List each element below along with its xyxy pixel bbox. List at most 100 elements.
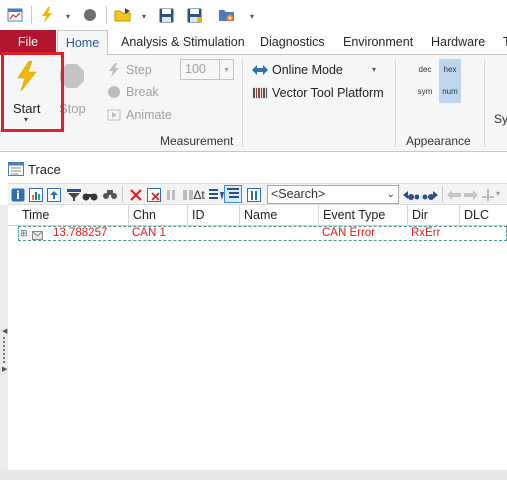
clear-icon[interactable] [128,187,144,203]
table-row[interactable]: ⊞ 13.788257 CAN 1 CAN Error RxErr [18,226,507,241]
find-previous-icon[interactable] [403,187,419,203]
column-header-time[interactable]: Time [18,205,130,226]
cell-chn: CAN 1 [132,227,166,239]
ribbon-panel: Start ▾ Stop Step Break Animate 100 ▾ On… [0,55,507,152]
info-icon[interactable] [10,187,26,203]
sym-label: sym [417,87,433,96]
detail-view-icon[interactable] [224,185,242,203]
tab-home[interactable]: Home [57,30,108,56]
find-icon[interactable] [102,187,118,203]
separator [242,59,243,147]
group-label-truncated: Sy [494,112,507,126]
horizontal-scrollbar[interactable] [0,470,507,480]
arrow-right-icon[interactable] [463,187,479,203]
tab-hardware[interactable]: Hardware [424,30,492,55]
hex-button[interactable]: hex [439,59,461,81]
search-placeholder: <Search> [271,187,326,201]
num-button[interactable]: num [439,81,461,103]
save-config-icon[interactable] [218,5,236,25]
tab-environment[interactable]: Environment [336,30,420,55]
save-as-icon[interactable] [186,5,202,25]
chevron-left-icon: ◀ [2,328,8,335]
trace-table: Time Chn ID Name Event Type Dir DLC ⊞ 13… [8,205,507,480]
tab-truncated[interactable]: T [496,30,507,55]
sort-icon[interactable] [208,187,224,203]
dec-label: dec [418,65,432,74]
online-mode-button[interactable]: Online Mode [252,60,343,80]
column-header-chn[interactable]: Chn [128,205,187,226]
save-icon[interactable] [158,5,174,25]
trace-window-icon [8,162,24,176]
animate-label: Animate [126,108,172,122]
separator [484,59,485,147]
tab-analysis-stimulation[interactable]: Analysis & Stimulation [114,30,252,55]
quick-access-toolbar: ▾ ▾ ▾ [0,0,507,30]
chevron-down-icon[interactable]: ▾ [250,12,254,21]
clear-filter-icon[interactable] [146,187,162,203]
separator [442,186,443,202]
sym-button[interactable]: sym [414,83,436,101]
trace-title-label: Trace [28,161,61,177]
arrow-left-icon[interactable] [446,187,462,203]
vector-tool-platform-label: Vector Tool Platform [272,86,384,100]
splitter-grip [3,337,5,363]
lightning-icon[interactable] [40,5,54,25]
online-mode-label: Online Mode [272,63,343,77]
stop-circle-icon[interactable] [82,5,98,25]
chevron-down-icon[interactable]: ▾ [66,12,70,21]
animate-button[interactable]: Animate [106,105,172,125]
trace-window-title: Trace [0,158,507,180]
start-highlight-box [1,52,64,132]
columns-layout-icon[interactable] [246,187,262,203]
chevron-down-icon[interactable]: ▾ [372,65,376,74]
column-header-dir[interactable]: Dir [407,205,459,226]
chevron-down-icon[interactable]: ⌄ [387,186,395,203]
group-label-appearance: Appearance [406,134,471,148]
cell-event-type: CAN Error [322,227,376,239]
ribbon-tabs: File Home Analysis & Stimulation Diagnos… [0,30,507,56]
find-next-icon[interactable] [422,187,438,203]
search-input[interactable]: <Search> ⌄ [267,185,399,204]
marker-icon[interactable] [480,187,496,203]
break-icon [106,84,122,100]
open-folder-icon[interactable] [114,5,132,25]
chevron-right-icon: ▶ [2,366,8,373]
break-button[interactable]: Break [106,82,159,102]
trace-toolbar: Δt <Search> ⌄ ▾ [8,183,507,205]
barcode-icon [252,85,268,101]
tab-diagnostics[interactable]: Diagnostics [253,30,332,55]
delta-time-icon[interactable]: Δt [191,187,207,203]
trace-column-header: Time Chn ID Name Event Type Dir DLC [8,205,507,226]
separator [31,6,32,24]
binoculars-icon[interactable] [82,187,98,203]
column-header-dlc[interactable]: DLC [459,205,507,226]
chevron-down-icon: ▾ [219,60,233,79]
column-header-event-type[interactable]: Event Type [318,205,407,226]
step-count-value: 100 [185,62,206,76]
left-splitter[interactable]: ◀ ▶ [0,205,8,480]
step-label: Step [126,63,152,77]
cell-dir: RxErr [411,227,441,239]
step-button[interactable]: Step [106,60,152,80]
group-label-measurement: Measurement [160,134,234,148]
filter-icon[interactable] [66,187,82,203]
app-window-icon[interactable] [6,5,24,25]
vector-tool-platform-button[interactable]: Vector Tool Platform [252,83,384,103]
dec-button[interactable]: dec [414,61,436,79]
step-icon [106,62,122,78]
column-header-name[interactable]: Name [239,205,318,226]
animate-icon [106,107,122,123]
chevron-down-icon[interactable]: ▾ [496,189,500,198]
expand-icon[interactable]: ⊞ [20,227,28,240]
export-icon[interactable] [46,187,62,203]
cell-time: 13.788257 [53,227,108,239]
chevron-down-icon[interactable]: ▾ [142,12,146,21]
column-header-id[interactable]: ID [187,205,239,226]
statistics-icon[interactable] [28,187,44,203]
hex-label: hex [443,65,457,74]
error-message-icon [32,229,43,243]
pause-icon[interactable] [163,187,179,203]
online-mode-icon [252,62,268,78]
step-count-combo[interactable]: 100 ▾ [180,59,234,80]
separator [106,6,107,24]
